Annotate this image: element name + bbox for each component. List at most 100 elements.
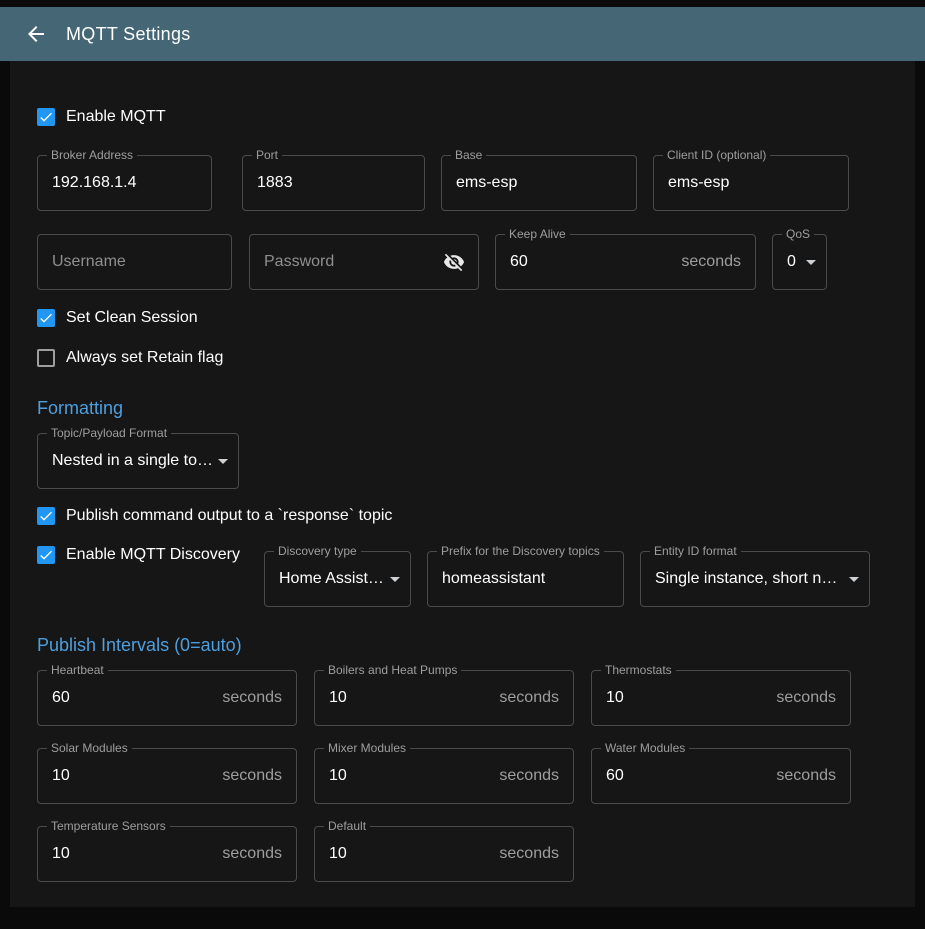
chevron-down-icon xyxy=(218,459,228,464)
publish-response-checkbox-row[interactable]: Publish command output to a `response` t… xyxy=(37,504,392,528)
connection-fields-row: Broker Address Port Base Client ID (opti… xyxy=(37,155,888,211)
mixer-input[interactable] xyxy=(315,749,499,803)
temperature-sensors-input[interactable] xyxy=(38,827,222,881)
username-field[interactable] xyxy=(37,234,232,290)
enable-discovery-label: Enable MQTT Discovery xyxy=(66,546,240,564)
water-label: Water Modules xyxy=(601,741,689,755)
keep-alive-suffix: seconds xyxy=(681,253,755,271)
default-interval-field[interactable]: Default seconds xyxy=(314,826,574,882)
settings-panel: Enable MQTT Broker Address Port Base Cli… xyxy=(10,61,915,907)
field-suffix: seconds xyxy=(499,845,573,863)
heartbeat-interval-field[interactable]: Heartbeat seconds xyxy=(37,670,297,726)
thermostats-label: Thermostats xyxy=(601,663,676,677)
intervals-grid: Heartbeat seconds Boilers and Heat Pumps… xyxy=(37,670,888,882)
discovery-prefix-field[interactable]: Prefix for the Discovery topics xyxy=(427,551,624,607)
enable-mqtt-label: Enable MQTT xyxy=(66,108,166,126)
discovery-type-select[interactable]: Discovery type Home Assistant xyxy=(264,551,411,607)
checkbox-checked-icon[interactable] xyxy=(37,108,55,126)
qos-select[interactable]: QoS 0 xyxy=(772,234,827,290)
discovery-type-value: Home Assistant xyxy=(265,570,386,588)
clean-session-label: Set Clean Session xyxy=(66,309,198,327)
field-suffix: seconds xyxy=(776,767,850,785)
boilers-interval-field[interactable]: Boilers and Heat Pumps seconds xyxy=(314,670,574,726)
port-label: Port xyxy=(252,148,282,162)
base-field[interactable]: Base xyxy=(441,155,637,211)
discovery-type-label: Discovery type xyxy=(274,544,361,558)
solar-interval-field[interactable]: Solar Modules seconds xyxy=(37,748,297,804)
default-input[interactable] xyxy=(315,827,499,881)
client-id-input[interactable] xyxy=(654,156,848,210)
enable-discovery-checkbox-row[interactable]: Enable MQTT Discovery xyxy=(37,543,264,567)
broker-address-label: Broker Address xyxy=(47,148,137,162)
topic-payload-format-value: Nested in a single topic xyxy=(38,452,214,470)
check-icon xyxy=(38,109,54,125)
clean-session-checkbox-row[interactable]: Set Clean Session xyxy=(37,306,198,330)
port-field[interactable]: Port xyxy=(242,155,425,211)
topic-payload-format-select[interactable]: Topic/Payload Format Nested in a single … xyxy=(37,433,239,489)
qos-value: 0 xyxy=(773,253,802,271)
publish-response-label: Publish command output to a `response` t… xyxy=(66,507,392,525)
check-icon xyxy=(38,547,54,563)
chevron-down-icon xyxy=(849,577,859,582)
discovery-prefix-input[interactable] xyxy=(428,552,623,606)
check-icon xyxy=(38,310,54,326)
publish-intervals-heading: Publish Intervals (0=auto) xyxy=(37,635,888,656)
topic-payload-format-label: Topic/Payload Format xyxy=(47,426,171,440)
entity-id-format-value: Single instance, short name xyxy=(641,570,845,588)
discovery-row: Enable MQTT Discovery Discovery type Hom… xyxy=(37,551,888,607)
page-title: MQTT Settings xyxy=(66,24,191,45)
heartbeat-label: Heartbeat xyxy=(47,663,108,677)
qos-label: QoS xyxy=(782,227,814,241)
mixer-label: Mixer Modules xyxy=(324,741,410,755)
boilers-input[interactable] xyxy=(315,671,499,725)
username-input[interactable] xyxy=(38,235,231,289)
default-label: Default xyxy=(324,819,370,833)
check-icon xyxy=(38,508,54,524)
topic-format-row: Topic/Payload Format Nested in a single … xyxy=(37,433,888,489)
retain-flag-checkbox-row[interactable]: Always set Retain flag xyxy=(37,346,223,370)
discovery-prefix-label: Prefix for the Discovery topics xyxy=(437,544,604,558)
app-bar: MQTT Settings xyxy=(0,7,925,61)
checkbox-checked-icon[interactable] xyxy=(37,309,55,327)
visibility-off-icon xyxy=(443,251,465,273)
broker-address-field[interactable]: Broker Address xyxy=(37,155,212,211)
port-input[interactable] xyxy=(243,156,424,210)
thermostats-input[interactable] xyxy=(592,671,776,725)
chevron-down-icon xyxy=(390,577,400,582)
mqtt-settings-screen: MQTT Settings Enable MQTT Broker Address… xyxy=(0,0,925,907)
entity-id-format-select[interactable]: Entity ID format Single instance, short … xyxy=(640,551,870,607)
field-suffix: seconds xyxy=(499,767,573,785)
field-suffix: seconds xyxy=(499,689,573,707)
field-suffix: seconds xyxy=(222,689,296,707)
heartbeat-input[interactable] xyxy=(38,671,222,725)
checkbox-checked-icon[interactable] xyxy=(37,507,55,525)
password-field[interactable] xyxy=(249,234,479,290)
base-label: Base xyxy=(451,148,486,162)
solar-input[interactable] xyxy=(38,749,222,803)
keep-alive-label: Keep Alive xyxy=(505,227,570,241)
top-gap xyxy=(0,0,925,7)
client-id-field[interactable]: Client ID (optional) xyxy=(653,155,849,211)
field-suffix: seconds xyxy=(776,689,850,707)
temperature-sensors-interval-field[interactable]: Temperature Sensors seconds xyxy=(37,826,297,882)
toggle-password-visibility-button[interactable] xyxy=(436,244,472,280)
retain-flag-label: Always set Retain flag xyxy=(66,349,223,367)
credentials-fields-row: Keep Alive seconds QoS 0 xyxy=(37,234,888,290)
broker-address-input[interactable] xyxy=(38,156,211,210)
enable-mqtt-checkbox-row[interactable]: Enable MQTT xyxy=(37,105,166,129)
thermostats-interval-field[interactable]: Thermostats seconds xyxy=(591,670,851,726)
base-input[interactable] xyxy=(442,156,636,210)
chevron-down-icon xyxy=(806,260,816,265)
temperature-sensors-label: Temperature Sensors xyxy=(47,819,170,833)
entity-id-format-label: Entity ID format xyxy=(650,544,741,558)
checkbox-checked-icon[interactable] xyxy=(37,546,55,564)
client-id-label: Client ID (optional) xyxy=(663,148,770,162)
back-button[interactable] xyxy=(16,14,56,54)
keep-alive-input[interactable] xyxy=(496,235,681,289)
mixer-interval-field[interactable]: Mixer Modules seconds xyxy=(314,748,574,804)
checkbox-unchecked-icon[interactable] xyxy=(37,349,55,367)
boilers-label: Boilers and Heat Pumps xyxy=(324,663,461,677)
water-input[interactable] xyxy=(592,749,776,803)
water-interval-field[interactable]: Water Modules seconds xyxy=(591,748,851,804)
keep-alive-field[interactable]: Keep Alive seconds xyxy=(495,234,756,290)
